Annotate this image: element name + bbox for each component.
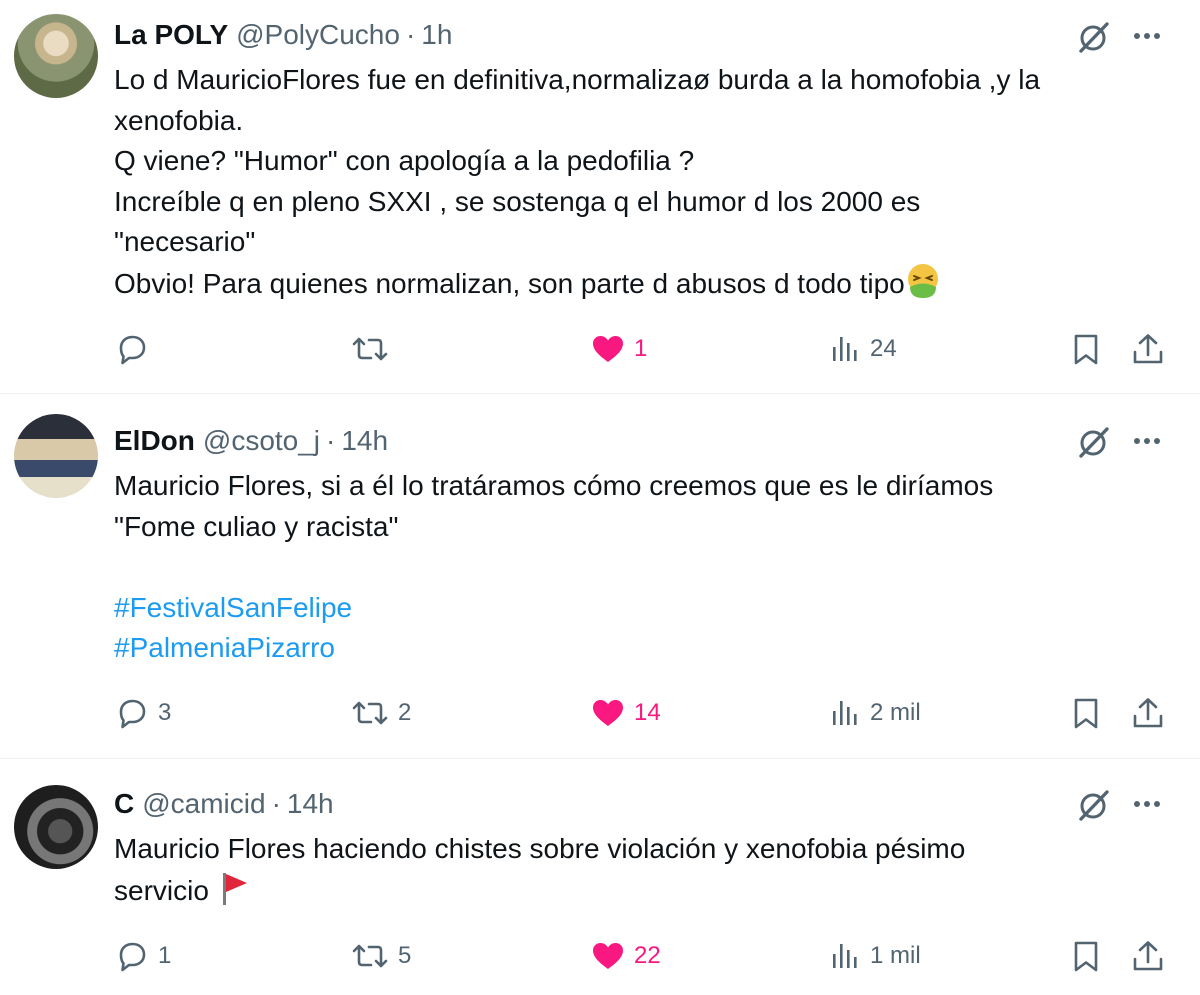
reply-icon — [114, 938, 150, 974]
avatar[interactable] — [14, 785, 98, 869]
tweet-header: La POLY @PolyCucho · 1h — [114, 18, 452, 52]
views-icon — [830, 333, 862, 365]
retweet-icon — [350, 938, 390, 974]
timestamp[interactable]: 14h — [287, 788, 334, 820]
bookmark-button[interactable] — [1070, 691, 1102, 735]
share-button[interactable] — [1130, 934, 1166, 978]
heart-icon — [590, 331, 626, 367]
separator-dot: · — [326, 425, 336, 456]
share-button[interactable] — [1130, 327, 1166, 371]
view-count: 1 mil — [870, 942, 921, 969]
reply-icon — [114, 695, 150, 731]
action-bar: 1 5 22 1 mil — [0, 934, 1200, 978]
heart-icon — [590, 938, 626, 974]
bookmark-button[interactable] — [1070, 327, 1102, 371]
more-icon[interactable] — [1130, 787, 1164, 821]
tweet-text: Lo d MauricioFlores fue en definitiva,no… — [114, 60, 1174, 304]
tweet-line: "necesario" — [114, 226, 256, 257]
tweet-line: "Fome culiao y racista" — [114, 510, 399, 542]
author-name[interactable]: C — [114, 788, 134, 820]
retweet-button[interactable]: 5 — [350, 934, 411, 978]
retweet-count: 5 — [398, 942, 412, 969]
views-button[interactable]: 24 — [830, 327, 897, 371]
retweet-button[interactable] — [350, 327, 398, 371]
author-name[interactable]: ElDon — [114, 425, 195, 457]
tweet[interactable]: La POLY @PolyCucho · 1h Lo d MauricioFlo… — [0, 0, 1200, 393]
more-icon[interactable] — [1130, 19, 1164, 53]
tweet[interactable]: C @camicid · 14h Mauricio Flores haciend… — [0, 759, 1200, 995]
grok-icon[interactable] — [1076, 19, 1112, 55]
timestamp[interactable]: 1h — [421, 19, 452, 51]
like-button[interactable]: 22 — [590, 934, 661, 978]
author-name[interactable]: La POLY — [114, 19, 228, 51]
views-icon — [830, 940, 862, 972]
like-button[interactable]: 1 — [590, 327, 647, 371]
like-count: 14 — [634, 699, 661, 726]
views-button[interactable]: 1 mil — [830, 934, 921, 978]
grok-icon[interactable] — [1076, 787, 1112, 823]
more-icon[interactable] — [1130, 424, 1164, 458]
avatar[interactable] — [14, 414, 98, 498]
tweet-line: Increíble q en pleno SXXI , se sostenga … — [114, 185, 921, 217]
bookmark-button[interactable] — [1070, 934, 1102, 978]
tweet-line: Obvio! Para quienes normalizan, son part… — [114, 267, 905, 299]
tweet-header: C @camicid · 14h — [114, 787, 334, 821]
retweet-button[interactable]: 2 — [350, 691, 411, 735]
retweet-icon — [350, 331, 390, 367]
like-count: 1 — [634, 335, 648, 362]
reply-count: 3 — [158, 699, 172, 726]
timestamp[interactable]: 14h — [341, 425, 388, 457]
red-flag-emoji — [217, 870, 253, 906]
tweet-text: Mauricio Flores, si a él lo tratáramos c… — [114, 466, 1174, 669]
tweet-line: Mauricio Flores, si a él lo tratáramos c… — [114, 470, 994, 501]
reply-button[interactable]: 3 — [114, 691, 171, 735]
share-icon — [1130, 331, 1166, 367]
tweet-line: servicio — [114, 874, 209, 906]
views-button[interactable]: 2 mil — [830, 691, 921, 735]
share-icon — [1130, 938, 1166, 974]
author-handle[interactable]: @csoto_j — [203, 425, 320, 457]
share-button[interactable] — [1130, 691, 1166, 735]
tweet-header: ElDon @csoto_j · 14h — [114, 424, 388, 458]
heart-icon — [590, 695, 626, 731]
grok-icon[interactable] — [1076, 424, 1112, 460]
share-icon — [1130, 695, 1166, 731]
reply-icon — [114, 331, 150, 367]
reply-feed: La POLY @PolyCucho · 1h Lo d MauricioFlo… — [0, 0, 1200, 995]
bookmark-icon — [1070, 695, 1102, 731]
reply-button[interactable] — [114, 327, 158, 371]
tweet-line: Lo d MauricioFlores fue en definitiva,no… — [114, 64, 1041, 95]
tweet-line-with-emoji: servicio — [114, 870, 1174, 912]
author-handle[interactable]: @camicid — [142, 788, 265, 820]
like-count: 22 — [634, 942, 661, 969]
action-bar: 3 2 14 2 mil — [0, 691, 1200, 735]
reply-count: 1 — [158, 942, 172, 969]
retweet-icon — [350, 695, 390, 731]
tweet-line: Q viene? "Humor" con apología a la pedof… — [114, 145, 695, 176]
tweet-line: xenofobia. — [114, 104, 244, 136]
separator-dot: · — [271, 788, 281, 819]
nauseated-face-emoji — [905, 263, 941, 299]
separator-dot: · — [405, 19, 416, 50]
author-handle[interactable]: @PolyCucho — [236, 19, 400, 51]
bookmark-icon — [1070, 938, 1102, 974]
tweet[interactable]: ElDon @csoto_j · 14h Mauricio Flores, si… — [0, 394, 1200, 758]
view-count: 2 mil — [870, 699, 921, 726]
tweet-text: Mauricio Flores haciendo chistes sobre v… — [114, 829, 1174, 911]
action-bar: 1 24 — [0, 327, 1200, 371]
avatar[interactable] — [14, 14, 98, 98]
retweet-count: 2 — [398, 699, 412, 726]
tweet-line: Mauricio Flores haciendo chistes sobre v… — [114, 833, 966, 864]
tweet-line-with-emoji: Obvio! Para quienes normalizan, son part… — [114, 263, 1174, 305]
view-count: 24 — [870, 335, 897, 362]
hashtag-link[interactable]: #FestivalSanFelipe — [114, 588, 1174, 629]
like-button[interactable]: 14 — [590, 691, 661, 735]
bookmark-icon — [1070, 331, 1102, 367]
reply-button[interactable]: 1 — [114, 934, 171, 978]
views-icon — [830, 697, 862, 729]
hashtag-link[interactable]: #PalmeniaPizarro — [114, 628, 1174, 669]
